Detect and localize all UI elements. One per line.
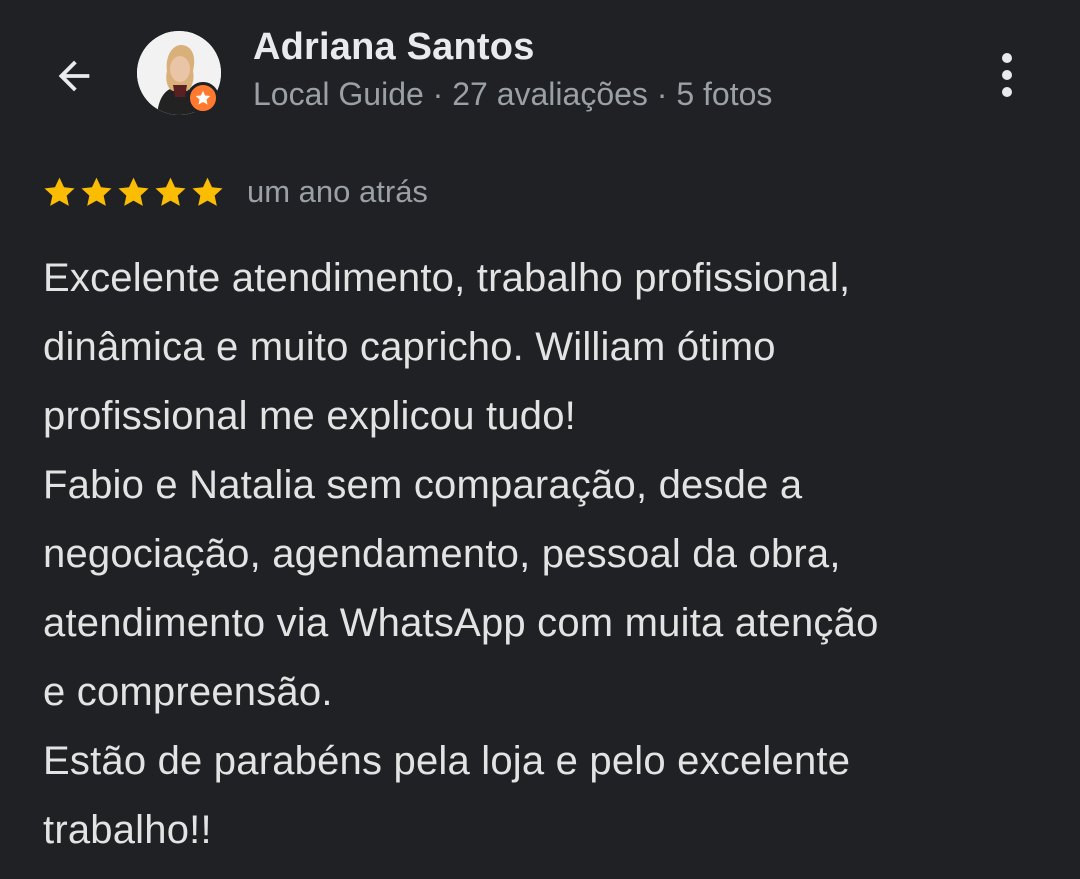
star-rating [42, 175, 225, 210]
star-icon [81, 177, 112, 206]
more-options-button[interactable] [982, 48, 1032, 102]
rating-row: um ano atrás [42, 174, 428, 210]
review-time: um ano atrás [247, 174, 428, 209]
star-icon [44, 177, 75, 206]
review-line: dinâmica e muito capricho. William ótimo [43, 325, 776, 369]
reviewer-meta: Local Guide · 27 avaliações · 5 fotos [253, 76, 773, 112]
avatar[interactable] [137, 31, 221, 115]
reviewer-name[interactable]: Adriana Santos [253, 26, 535, 69]
star-icon [155, 177, 186, 206]
review-line: trabalho!! [43, 808, 212, 852]
review-line: Fabio e Natalia sem comparação, desde a [43, 463, 803, 507]
review-line: Estão de parabéns pela loja e pelo excel… [43, 739, 851, 783]
star-icon [192, 177, 223, 206]
review-line: e compreensão. [43, 670, 333, 714]
star-icon [118, 177, 149, 206]
review-line: negociação, agendamento, pessoal da obra… [43, 532, 841, 576]
review-text: Excelente atendimento, trabalho profissi… [43, 244, 1053, 865]
local-guide-star-icon [195, 90, 211, 105]
local-guide-badge [187, 82, 219, 114]
more-vert-icon [1002, 53, 1012, 63]
review-line: profissional me explicou tudo! [43, 394, 576, 438]
review-page: Adriana Santos Local Guide · 27 avaliaçõ… [0, 0, 1080, 879]
review-line: atendimento via WhatsApp com muita atenç… [43, 601, 879, 645]
arrow-left-icon [58, 60, 90, 92]
review-line: Excelente atendimento, trabalho profissi… [43, 256, 851, 300]
back-button[interactable] [44, 46, 104, 106]
